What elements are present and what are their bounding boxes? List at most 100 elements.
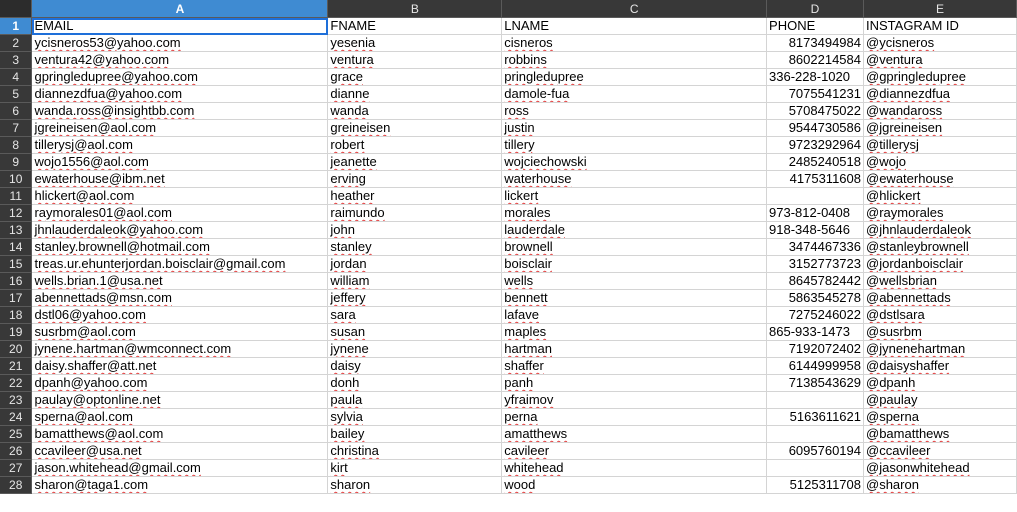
cell-d[interactable]: 5863545278 [766,289,864,307]
cell-c[interactable]: shaffer [501,357,768,375]
cell-a[interactable]: treas.ur.ehunterjordan.boisclair@gmail.c… [31,255,329,273]
cell-d[interactable]: 8173494984 [766,34,864,52]
cell-a[interactable]: sharon@taga1.com [31,476,329,494]
cell-d[interactable]: 2485240518 [766,153,864,171]
cell-e[interactable]: @ccavileer [863,442,1017,460]
cell-c[interactable]: bennett [501,289,768,307]
cell-a[interactable]: wells.brian.1@usa.net [31,272,329,290]
cell-e[interactable]: @ventura [863,51,1017,69]
cell-a[interactable]: dpanh@yahoo.com [31,374,329,392]
cell-d[interactable]: 5708475022 [766,102,864,120]
cell-b[interactable]: christina [327,442,503,460]
cell-a[interactable]: paulay@optonline.net [31,391,329,409]
cell-b[interactable]: jynene [327,340,503,358]
cell-e[interactable]: @diannezdfua [863,85,1017,103]
cell-d[interactable] [766,391,864,409]
cell-c[interactable]: boisclair [501,255,768,273]
row-header[interactable]: 2 [0,34,33,52]
cell-c[interactable]: LNAME [501,17,768,35]
cell-e[interactable]: @wandaross [863,102,1017,120]
cell-d[interactable]: 5125311708 [766,476,864,494]
cell-b[interactable]: FNAME [327,17,503,35]
cell-c[interactable]: wood [501,476,768,494]
cell-d[interactable]: 865-933-1473 [766,323,864,341]
row-header[interactable]: 24 [0,408,33,426]
row-header[interactable]: 11 [0,187,33,205]
cell-d[interactable]: 9544730586 [766,119,864,137]
cell-d[interactable]: 5163611621 [766,408,864,426]
column-header-d[interactable]: D [766,0,864,18]
cell-b[interactable]: wanda [327,102,503,120]
row-header[interactable]: 6 [0,102,33,120]
cell-a[interactable]: raymorales01@aol.com [31,204,329,222]
cell-c[interactable]: brownell [501,238,768,256]
column-header-c[interactable]: C [501,0,768,18]
cell-b[interactable]: raimundo [327,204,503,222]
cell-d[interactable]: 336-228-1020 [766,68,864,86]
row-header[interactable]: 9 [0,153,33,171]
cell-e[interactable]: @jgreineisen [863,119,1017,137]
cell-e[interactable]: @gpringledupree [863,68,1017,86]
cell-e[interactable]: @bamatthews [863,425,1017,443]
cell-e[interactable]: @jynenehartman [863,340,1017,358]
cell-a[interactable]: jynene.hartman@wmconnect.com [31,340,329,358]
cell-c[interactable]: wells [501,272,768,290]
cell-c[interactable]: amatthews [501,425,768,443]
cell-d[interactable]: 3474467336 [766,238,864,256]
cell-d[interactable]: 918-348-5646 [766,221,864,239]
cell-c[interactable]: wojciechowski [501,153,768,171]
cell-a[interactable]: ewaterhouse@ibm.net [31,170,329,188]
cell-c[interactable]: lickert [501,187,768,205]
cell-d[interactable]: 3152773723 [766,255,864,273]
row-header[interactable]: 28 [0,476,33,494]
cell-b[interactable]: paula [327,391,503,409]
cell-e[interactable]: @dpanh [863,374,1017,392]
cell-c[interactable]: justin [501,119,768,137]
row-header[interactable]: 19 [0,323,33,341]
cell-c[interactable]: damole-fua [501,85,768,103]
select-all-corner[interactable] [0,0,33,18]
row-header[interactable]: 22 [0,374,33,392]
cell-b[interactable]: heather [327,187,503,205]
cell-a[interactable]: jason.whitehead@gmail.com [31,459,329,477]
cell-a[interactable]: dstl06@yahoo.com [31,306,329,324]
row-header[interactable]: 4 [0,68,33,86]
cell-a[interactable]: ycisneros53@yahoo.com [31,34,329,52]
cell-e[interactable]: @raymorales [863,204,1017,222]
cell-a[interactable]: stanley.brownell@hotmail.com [31,238,329,256]
cell-a[interactable]: tillerysj@aol.com [31,136,329,154]
cell-d[interactable]: PHONE [766,17,864,35]
cell-a[interactable]: EMAIL [31,17,329,35]
cell-a[interactable]: diannezdfua@yahoo.com [31,85,329,103]
cell-d[interactable] [766,425,864,443]
cell-b[interactable]: stanley [327,238,503,256]
cell-b[interactable]: john [327,221,503,239]
row-header[interactable]: 27 [0,459,33,477]
cell-e[interactable]: @susrbm [863,323,1017,341]
cell-e[interactable]: @stanleybrownell [863,238,1017,256]
cell-a[interactable]: susrbm@aol.com [31,323,329,341]
row-header[interactable]: 8 [0,136,33,154]
spreadsheet-grid[interactable]: A B C D E 1 EMAIL FNAME LNAME PHONE INSTAGRAM… [0,0,1017,512]
cell-e[interactable]: @jhnlauderdaleok [863,221,1017,239]
cell-c[interactable]: panh [501,374,768,392]
cell-e[interactable]: @wellsbrian [863,272,1017,290]
cell-a[interactable]: gpringledupree@yahoo.com [31,68,329,86]
cell-e[interactable]: @wojo [863,153,1017,171]
row-header[interactable]: 1 [0,17,33,35]
cell-d[interactable]: 7075541231 [766,85,864,103]
cell-c[interactable]: lauderdale [501,221,768,239]
cell-a[interactable]: jgreineisen@aol.com [31,119,329,137]
cell-b[interactable]: sharon [327,476,503,494]
cell-c[interactable]: perna [501,408,768,426]
cell-d[interactable]: 8602214584 [766,51,864,69]
cell-e[interactable]: @paulay [863,391,1017,409]
cell-b[interactable]: jordan [327,255,503,273]
cell-a[interactable]: ccavileer@usa.net [31,442,329,460]
row-header[interactable]: 20 [0,340,33,358]
cell-b[interactable]: sylvia [327,408,503,426]
cell-e[interactable]: @sperna [863,408,1017,426]
row-header[interactable]: 25 [0,425,33,443]
cell-b[interactable]: william [327,272,503,290]
cell-c[interactable]: maples [501,323,768,341]
